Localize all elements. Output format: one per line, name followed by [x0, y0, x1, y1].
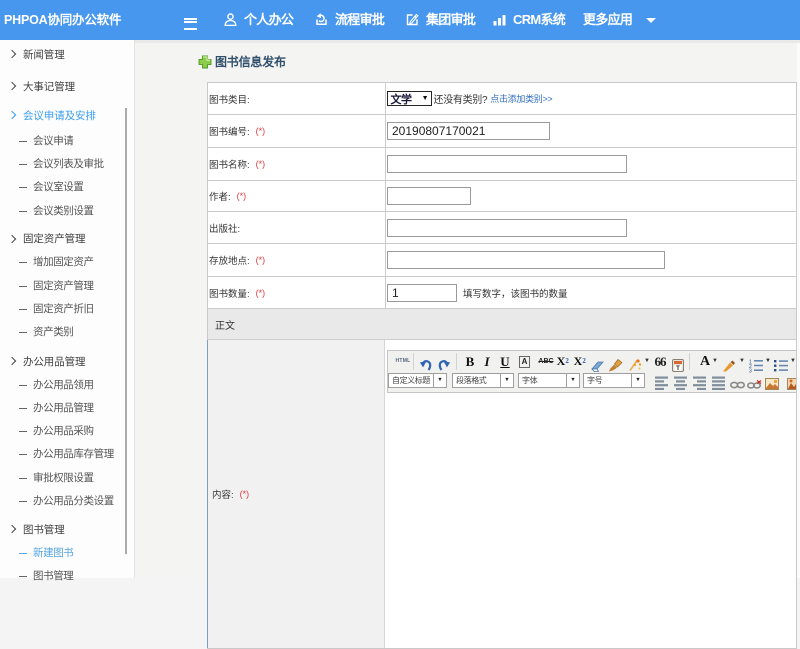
svg-text:T: T [676, 366, 680, 372]
svg-text:3: 3 [749, 369, 752, 375]
